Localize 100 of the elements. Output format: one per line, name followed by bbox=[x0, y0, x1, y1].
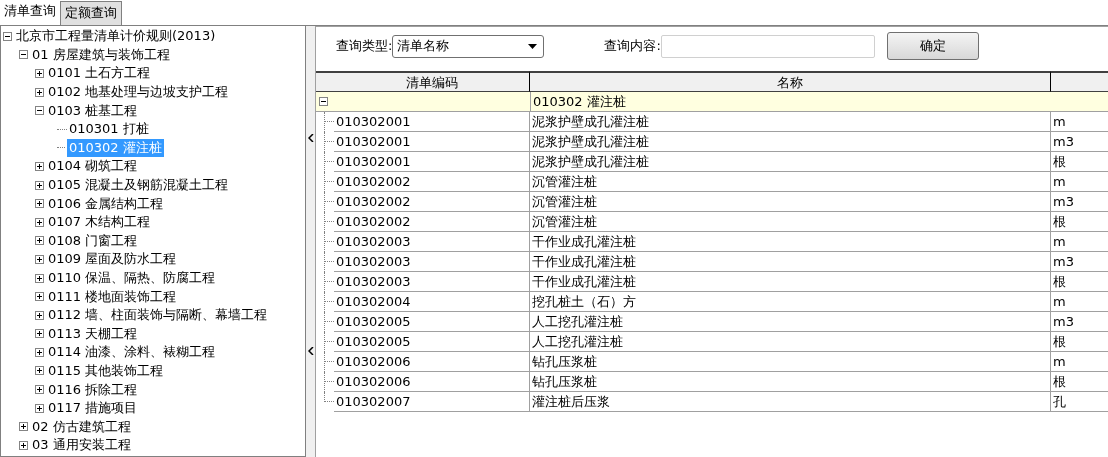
tree-item[interactable]: 北京市工程量清单计价规则(2013) bbox=[14, 27, 218, 46]
table-cell: m3 bbox=[1051, 132, 1108, 152]
table-cell: 010302002 bbox=[334, 212, 530, 232]
tree-item[interactable]: 01 房屋建筑与装饰工程 bbox=[30, 45, 172, 64]
tree-item[interactable]: 0108 门窗工程 bbox=[46, 231, 140, 250]
table-cell: 010302003 bbox=[334, 232, 530, 252]
expand-icon[interactable] bbox=[35, 403, 44, 413]
expand-icon[interactable] bbox=[35, 69, 44, 78]
expand-icon[interactable] bbox=[35, 329, 44, 339]
table-cell: 根 bbox=[1051, 332, 1108, 352]
expand-icon[interactable] bbox=[35, 366, 44, 376]
confirm-button[interactable]: 确定 bbox=[886, 32, 979, 60]
tree-item[interactable]: 0111 楼地面装饰工程 bbox=[46, 287, 179, 306]
column-header bbox=[316, 71, 334, 92]
column-header[interactable]: 名称 bbox=[530, 71, 1051, 92]
table-cell: m bbox=[1051, 172, 1108, 192]
tree-item[interactable]: 0101 土石方工程 bbox=[46, 64, 153, 83]
expand-icon[interactable] bbox=[35, 199, 44, 209]
type-dropdown[interactable]: 清单名称 bbox=[392, 34, 545, 58]
group-row[interactable]: 010302 灌注桩 bbox=[316, 92, 1108, 112]
expand-icon[interactable] bbox=[35, 236, 44, 246]
table-cell: 010302003 bbox=[334, 252, 530, 272]
table-cell: 010302002 bbox=[334, 192, 530, 212]
collapse-icon[interactable] bbox=[3, 31, 12, 41]
group-label: 010302 灌注桩 bbox=[530, 92, 1051, 111]
table-cell: 010302001 bbox=[334, 132, 530, 152]
table-cell: 泥浆护壁成孔灌注桩 bbox=[530, 112, 1051, 132]
table-cell: 010302005 bbox=[334, 312, 530, 332]
tree-item[interactable]: 0105 混凝土及钢筋混凝土工程 bbox=[46, 176, 231, 195]
tree-item[interactable]: 0113 天棚工程 bbox=[46, 324, 140, 343]
expand-icon[interactable] bbox=[35, 87, 44, 97]
column-header bbox=[1051, 71, 1108, 92]
table-cell: 人工挖孔灌注桩 bbox=[530, 332, 1051, 352]
table-cell: 010302001 bbox=[334, 152, 530, 172]
collapse-icon[interactable] bbox=[307, 134, 314, 143]
expand-icon[interactable] bbox=[35, 273, 44, 283]
table-cell: 根 bbox=[1051, 152, 1108, 172]
input-field[interactable] bbox=[660, 34, 875, 58]
field-label: 查询内容: bbox=[604, 37, 661, 56]
tab[interactable]: 定额查询 bbox=[60, 1, 122, 25]
table-cell: 根 bbox=[1051, 212, 1108, 232]
table-cell: 010302007 bbox=[334, 392, 530, 412]
table-cell: 钻孔压浆桩 bbox=[530, 352, 1051, 372]
table-cell: m bbox=[1051, 352, 1108, 372]
expand-icon[interactable] bbox=[35, 292, 44, 302]
expand-icon[interactable] bbox=[19, 440, 28, 450]
table-cell: 沉管灌注桩 bbox=[530, 172, 1051, 192]
tree-item[interactable]: 0102 地基处理与边坡支护工程 bbox=[46, 83, 231, 102]
tree-item[interactable]: 0106 金属结构工程 bbox=[46, 194, 166, 213]
table-cell: m bbox=[1051, 112, 1108, 132]
tree-item[interactable]: 0112 墙、柱面装饰与隔断、幕墙工程 bbox=[46, 306, 270, 325]
expand-icon[interactable] bbox=[35, 254, 44, 264]
tree-item[interactable]: 03 通用安装工程 bbox=[30, 436, 133, 455]
table-cell: 010302002 bbox=[334, 172, 530, 192]
tree-item[interactable]: 0109 屋面及防水工程 bbox=[46, 250, 179, 269]
table-cell: 人工挖孔灌注桩 bbox=[530, 312, 1051, 332]
table-cell: m bbox=[1051, 292, 1108, 312]
table-cell: 010302006 bbox=[334, 352, 530, 372]
collapse-icon[interactable] bbox=[319, 97, 328, 106]
table-cell: 干作业成孔灌注桩 bbox=[530, 252, 1051, 272]
table-cell: m3 bbox=[1051, 312, 1108, 332]
table-cell: 010302004 bbox=[334, 292, 530, 312]
tree-item[interactable]: 02 仿古建筑工程 bbox=[30, 417, 133, 436]
table-cell: 泥浆护壁成孔灌注桩 bbox=[530, 152, 1051, 172]
table-cell: 孔 bbox=[1051, 392, 1108, 412]
table-cell: 010302001 bbox=[334, 112, 530, 132]
tree-item[interactable]: 0107 木结构工程 bbox=[46, 213, 153, 232]
expand-icon[interactable] bbox=[35, 347, 44, 357]
expand-icon[interactable] bbox=[35, 217, 44, 227]
tree-item[interactable]: 0114 油漆、涂料、裱糊工程 bbox=[46, 343, 218, 362]
tree-item[interactable]: 0116 拆除工程 bbox=[46, 380, 140, 399]
table-cell: 挖孔桩土（石）方 bbox=[530, 292, 1051, 312]
expand-icon[interactable] bbox=[19, 422, 28, 432]
collapse-icon[interactable] bbox=[35, 106, 44, 116]
expand-icon[interactable] bbox=[35, 385, 44, 395]
table-cell: 干作业成孔灌注桩 bbox=[530, 232, 1051, 252]
column-header[interactable]: 清单编码 bbox=[334, 71, 530, 92]
table-cell: 沉管灌注桩 bbox=[530, 192, 1051, 212]
table-cell: m3 bbox=[1051, 252, 1108, 272]
dropdown-arrow-icon bbox=[528, 43, 538, 49]
table-cell: 钻孔压浆桩 bbox=[530, 372, 1051, 392]
table-cell: m3 bbox=[1051, 192, 1108, 212]
tree-item[interactable]: 0115 其他装饰工程 bbox=[46, 362, 166, 380]
collapse-icon[interactable] bbox=[307, 346, 314, 355]
table-cell: 010302003 bbox=[334, 272, 530, 292]
table-cell: 沉管灌注桩 bbox=[530, 212, 1051, 232]
tree-item[interactable]: 010301 打桩 bbox=[67, 120, 151, 139]
tree-item[interactable]: 0110 保温、隔热、防腐工程 bbox=[46, 269, 218, 287]
table-cell: 干作业成孔灌注桩 bbox=[530, 272, 1051, 292]
expand-icon[interactable] bbox=[35, 310, 44, 320]
tree-item[interactable]: 0103 桩基工程 bbox=[46, 101, 140, 120]
collapse-icon[interactable] bbox=[19, 50, 28, 60]
expand-icon[interactable] bbox=[35, 180, 44, 190]
expand-icon[interactable] bbox=[35, 161, 44, 171]
table-cell: m bbox=[1051, 232, 1108, 252]
table-cell: 泥浆护壁成孔灌注桩 bbox=[530, 132, 1051, 152]
tree-item[interactable]: 0104 砌筑工程 bbox=[46, 157, 140, 176]
tree-item[interactable]: 0117 措施项目 bbox=[46, 399, 140, 418]
table-cell: 010302005 bbox=[334, 332, 530, 352]
table-cell: 根 bbox=[1051, 372, 1108, 392]
